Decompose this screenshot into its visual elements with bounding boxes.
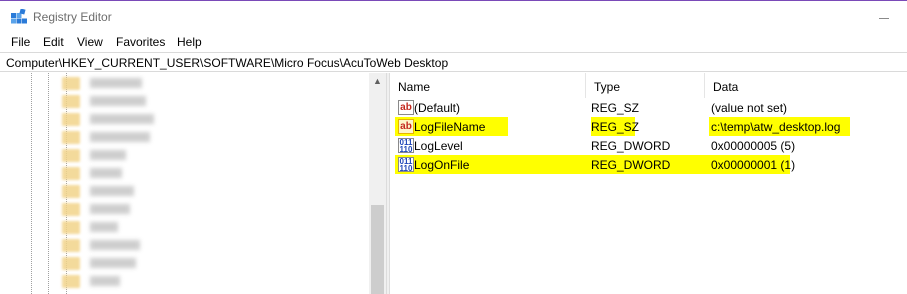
value-name: (Default) [414, 101, 461, 115]
blurred-key-label [90, 222, 118, 232]
value-type: REG_DWORD [591, 158, 671, 172]
tree-item-blurred[interactable] [62, 129, 182, 147]
tree-item-blurred[interactable] [62, 183, 182, 201]
blurred-key-label [90, 78, 142, 88]
tree-guide-line [48, 73, 49, 294]
title-bar[interactable]: Registry Editor [0, 1, 907, 32]
value-data: (value not set) [711, 101, 788, 115]
menu-edit[interactable]: Edit [43, 35, 64, 49]
folder-icon [62, 149, 80, 162]
value-data: c:\temp\atw_desktop.log [711, 120, 841, 134]
tree-item-blurred[interactable] [62, 201, 182, 219]
tree-item-blurred[interactable] [62, 111, 182, 129]
folder-icon [62, 185, 80, 198]
value-name: LogFileName [414, 120, 486, 134]
column-header-name[interactable]: Name [390, 73, 585, 98]
folder-icon [62, 257, 80, 270]
window-title: Registry Editor [33, 10, 112, 24]
string-value-icon: ab [398, 119, 414, 134]
menu-bar: File Edit View Favorites Help [0, 32, 907, 52]
blurred-key-label [90, 240, 140, 250]
column-header-data-label: Data [713, 80, 739, 94]
tree-item-blurred[interactable] [62, 237, 182, 255]
tree-item-blurred[interactable] [62, 75, 182, 93]
dword-value-icon: 011 110 [398, 138, 414, 153]
value-data: 0x00000005 (5) [711, 139, 796, 153]
value-type: REG_SZ [591, 101, 640, 115]
blurred-key-label [90, 132, 150, 142]
registry-editor-icon [11, 9, 27, 24]
value-row-default[interactable]: ab (Default) REG_SZ (value not set) [395, 98, 907, 117]
values-pane[interactable]: Name Type Data ab (Default) REG_SZ (valu… [390, 73, 907, 294]
column-header-type[interactable]: Type [586, 73, 704, 98]
value-row-logonfile[interactable]: 011 110 LogOnFile REG_DWORD 0x00000001 (1… [395, 155, 907, 174]
folder-icon [62, 77, 80, 90]
column-header-name-label: Name [398, 80, 431, 94]
blurred-key-label [90, 150, 126, 160]
folder-icon [62, 221, 80, 234]
blurred-key-label [90, 258, 136, 268]
tree-item-blurred[interactable] [62, 255, 182, 273]
value-type: REG_SZ [591, 120, 640, 134]
folder-icon [62, 275, 80, 288]
menu-favorites[interactable]: Favorites [116, 35, 165, 49]
column-header-data[interactable]: Data [705, 73, 905, 98]
minimize-button[interactable] [861, 1, 907, 32]
value-row-logfilename[interactable]: ab LogFileName REG_SZ c:\temp\atw_deskto… [395, 117, 907, 136]
address-bar[interactable]: Computer\HKEY_CURRENT_USER\SOFTWARE\Micr… [0, 52, 907, 72]
folder-icon [62, 131, 80, 144]
menu-file[interactable]: File [11, 35, 30, 49]
tree-item-blurred[interactable] [62, 147, 182, 165]
folder-icon [62, 113, 80, 126]
folder-icon [62, 167, 80, 180]
value-row-loglevel[interactable]: 011 110 LogLevel REG_DWORD 0x00000005 (5) [395, 136, 907, 155]
blurred-key-label [90, 114, 154, 124]
key-tree-pane[interactable] [0, 73, 386, 294]
folder-icon [62, 203, 80, 216]
value-name: LogLevel [414, 139, 463, 153]
dword-value-icon: 011 110 [398, 157, 414, 172]
tree-item-blurred[interactable] [62, 219, 182, 237]
string-value-icon: ab [398, 100, 414, 115]
blurred-key-label [90, 168, 122, 178]
tree-item-blurred[interactable] [62, 273, 182, 291]
blurred-key-label [90, 276, 120, 286]
blurred-key-label [90, 204, 130, 214]
value-data: 0x00000001 (1) [711, 158, 796, 172]
value-name: LogOnFile [414, 158, 470, 172]
tree-item-blurred[interactable] [62, 93, 182, 111]
tree-item-blurred[interactable] [62, 165, 182, 183]
folder-icon [62, 239, 80, 252]
menu-help[interactable]: Help [177, 35, 202, 49]
scroll-thumb[interactable] [371, 205, 384, 294]
column-header-type-label: Type [594, 80, 621, 94]
menu-view[interactable]: View [77, 35, 103, 49]
blurred-key-label [90, 186, 134, 196]
scroll-up-arrow-icon[interactable]: ▲ [369, 73, 386, 90]
value-type: REG_DWORD [591, 139, 671, 153]
folder-icon [62, 95, 80, 108]
tree-guide-line [31, 73, 32, 294]
blurred-key-label [90, 96, 146, 106]
tree-scrollbar[interactable]: ▲ [369, 73, 386, 294]
address-path: Computer\HKEY_CURRENT_USER\SOFTWARE\Micr… [6, 56, 449, 70]
